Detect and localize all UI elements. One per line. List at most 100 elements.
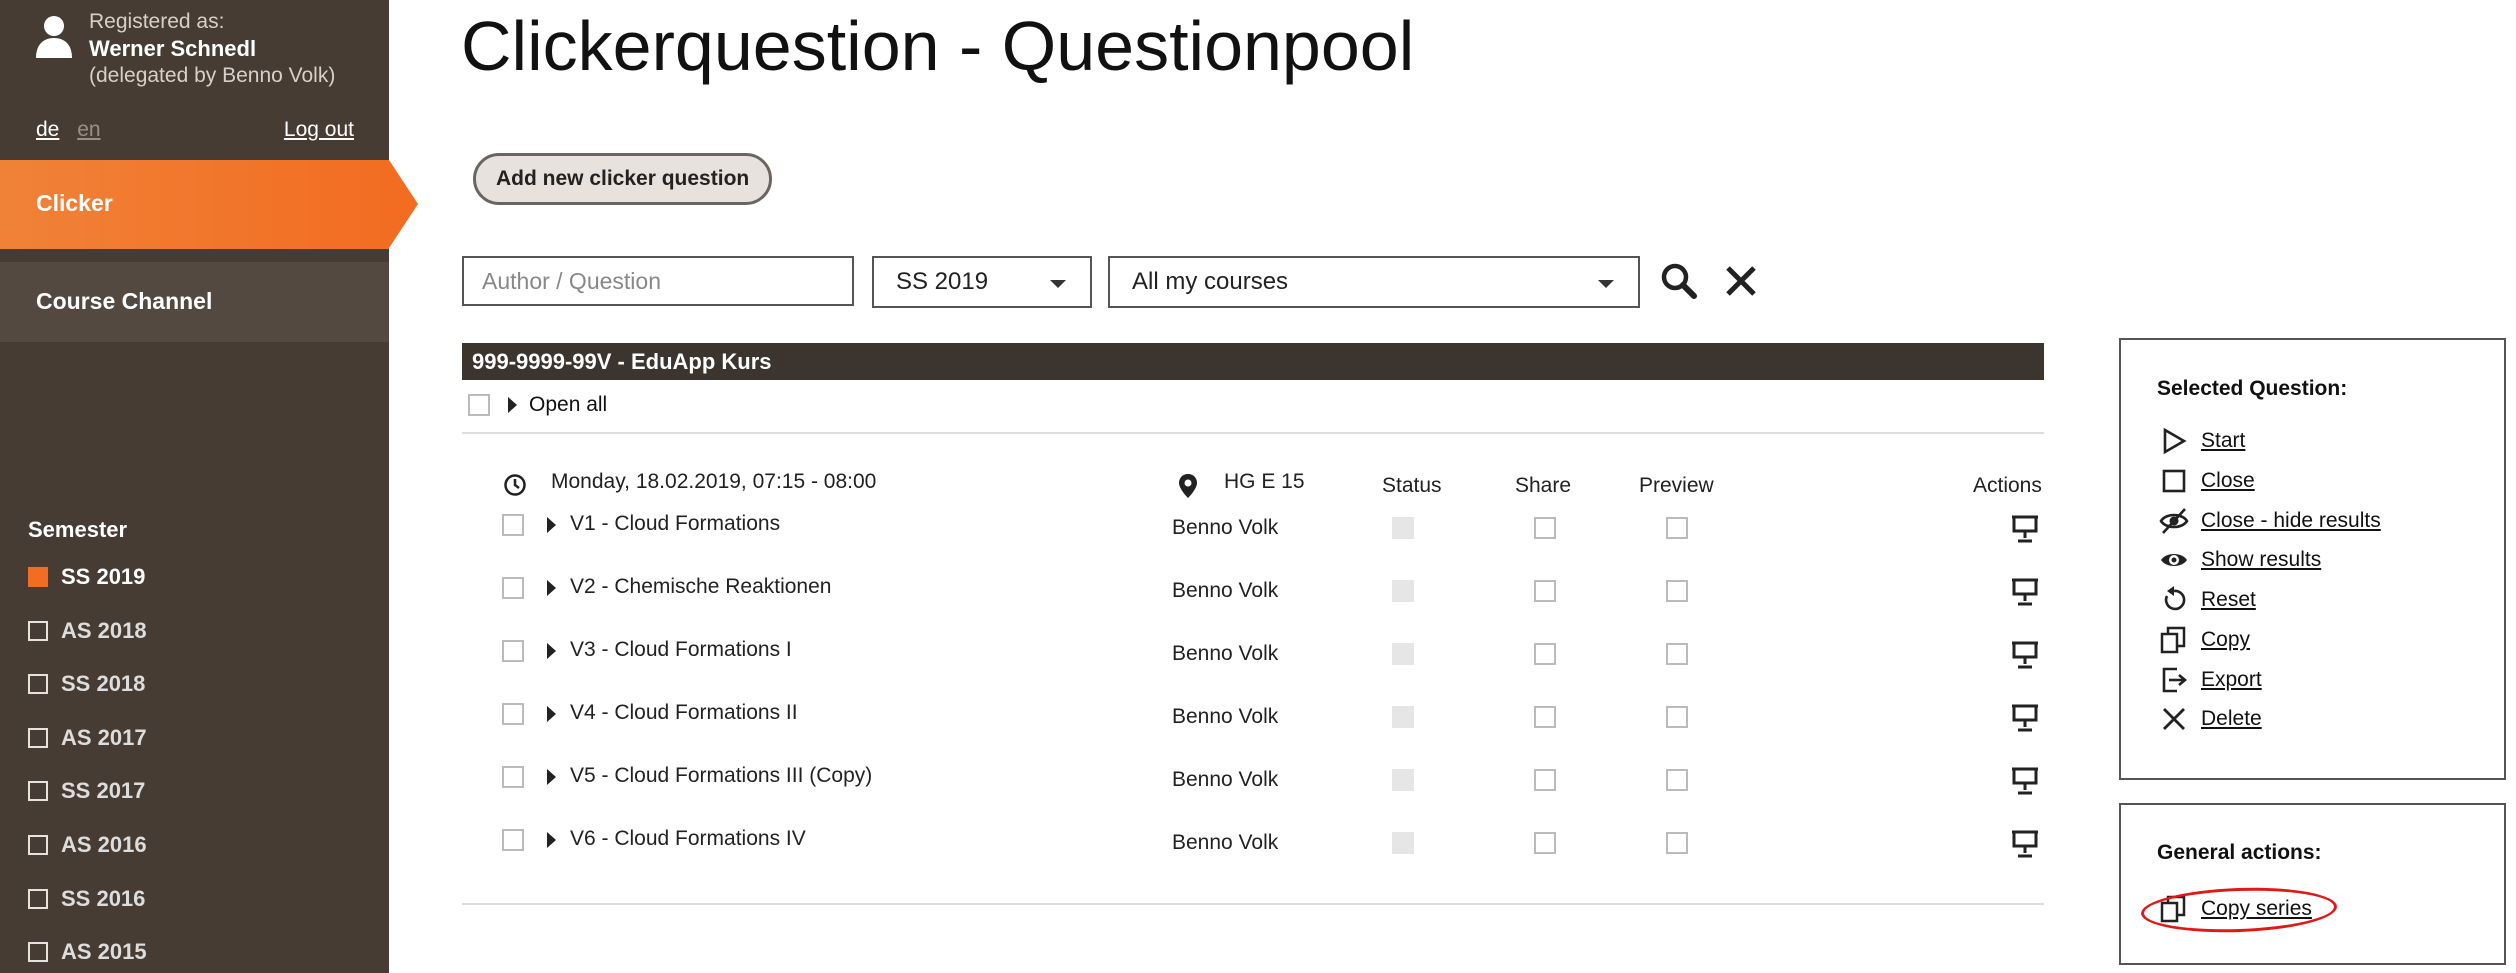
semester-checkbox[interactable] xyxy=(28,620,48,641)
preview-checkbox[interactable] xyxy=(1666,643,1688,665)
share-checkbox[interactable] xyxy=(1534,832,1556,854)
clock-icon xyxy=(504,474,526,496)
delegated-label: (delegated by Benno Volk) xyxy=(89,64,336,87)
share-checkbox[interactable] xyxy=(1534,706,1556,728)
question-row: V3 - Cloud Formations I Benno Volk xyxy=(0,638,2100,680)
expand-icon[interactable] xyxy=(547,832,556,848)
question-checkbox[interactable] xyxy=(502,703,524,725)
question-title[interactable]: V3 - Cloud Formations I xyxy=(570,638,792,662)
status-indicator xyxy=(1392,706,1414,728)
col-status: Status xyxy=(1382,474,1442,497)
action-link[interactable]: Start xyxy=(2201,429,2245,453)
eye-off-icon xyxy=(2159,508,2189,534)
question-checkbox[interactable] xyxy=(502,514,524,536)
status-indicator xyxy=(1392,832,1414,854)
action-close-hide-results[interactable]: Close - hide results xyxy=(2159,506,2381,536)
expand-icon[interactable] xyxy=(547,769,556,785)
logout-link[interactable]: Log out xyxy=(284,118,354,142)
select-all-checkbox[interactable] xyxy=(468,394,490,416)
presentation-icon[interactable] xyxy=(2011,829,2039,859)
open-all-row: Open all xyxy=(468,393,607,417)
presentation-icon[interactable] xyxy=(2011,514,2039,544)
question-checkbox[interactable] xyxy=(502,766,524,788)
action-link[interactable]: Copy xyxy=(2201,628,2250,652)
course-select-value: All my courses xyxy=(1132,268,1289,295)
general-actions-panel: General actions: Copy series xyxy=(2119,803,2506,965)
question-title[interactable]: V5 - Cloud Formations III (Copy) xyxy=(570,764,872,788)
action-link[interactable]: Reset xyxy=(2201,588,2256,612)
col-preview: Preview xyxy=(1639,474,1714,497)
action-link[interactable]: Show results xyxy=(2201,548,2321,572)
clear-icon[interactable] xyxy=(1718,258,1764,304)
preview-checkbox[interactable] xyxy=(1666,517,1688,539)
action-link[interactable]: Close xyxy=(2201,469,2255,493)
preview-checkbox[interactable] xyxy=(1666,769,1688,791)
semester-label: AS 2015 xyxy=(61,939,147,965)
action-show-results[interactable]: Show results xyxy=(2159,545,2321,575)
semester-item[interactable]: AS 2015 xyxy=(28,939,147,965)
share-checkbox[interactable] xyxy=(1534,769,1556,791)
col-actions: Actions xyxy=(1973,474,2042,497)
action-start[interactable]: Start xyxy=(2159,426,2245,456)
presentation-icon[interactable] xyxy=(2011,703,2039,733)
presentation-icon[interactable] xyxy=(2011,640,2039,670)
play-icon xyxy=(2163,427,2187,455)
expand-icon[interactable] xyxy=(547,643,556,659)
question-checkbox[interactable] xyxy=(502,829,524,851)
presentation-icon[interactable] xyxy=(2011,577,2039,607)
divider xyxy=(462,903,2044,905)
question-checkbox[interactable] xyxy=(502,640,524,662)
action-link[interactable]: Delete xyxy=(2201,707,2262,731)
preview-checkbox[interactable] xyxy=(1666,580,1688,602)
status-indicator xyxy=(1392,769,1414,791)
open-all-label[interactable]: Open all xyxy=(529,393,607,417)
action-close[interactable]: Close xyxy=(2159,466,2255,496)
status-indicator xyxy=(1392,580,1414,602)
question-author: Benno Volk xyxy=(1172,642,1279,665)
session-datetime: Monday, 18.02.2019, 07:15 - 08:00 xyxy=(551,470,877,493)
course-header[interactable]: 999-9999-99V - EduApp Kurs xyxy=(462,343,2044,380)
lang-en-link[interactable]: en xyxy=(77,118,100,141)
preview-checkbox[interactable] xyxy=(1666,706,1688,728)
selected-question-title: Selected Question: xyxy=(2157,377,2348,400)
location-icon xyxy=(1179,474,1197,498)
nav-label-course-channel: Course Channel xyxy=(36,288,213,314)
semester-checkbox[interactable] xyxy=(28,888,48,909)
action-reset[interactable]: Reset xyxy=(2159,585,2256,615)
question-checkbox[interactable] xyxy=(502,577,524,599)
course-select[interactable]: All my courses xyxy=(1108,256,1640,308)
search-input[interactable] xyxy=(462,256,854,306)
question-title[interactable]: V6 - Cloud Formations IV xyxy=(570,827,806,851)
question-title[interactable]: V1 - Cloud Formations xyxy=(570,512,780,536)
share-checkbox[interactable] xyxy=(1534,643,1556,665)
share-checkbox[interactable] xyxy=(1534,517,1556,539)
action-delete[interactable]: Delete xyxy=(2159,704,2262,734)
add-question-button[interactable]: Add new clicker question xyxy=(473,153,773,205)
preview-checkbox[interactable] xyxy=(1666,832,1688,854)
square-icon xyxy=(2162,469,2186,493)
action-link[interactable]: Close - hide results xyxy=(2201,509,2381,533)
question-title[interactable]: V4 - Cloud Formations II xyxy=(570,701,798,725)
expand-all-icon[interactable] xyxy=(508,397,517,413)
lang-de-link[interactable]: de xyxy=(36,118,59,141)
nav-item-course-channel[interactable]: Course Channel xyxy=(0,262,389,342)
expand-icon[interactable] xyxy=(547,517,556,533)
semester-select[interactable]: SS 2019 xyxy=(872,256,1092,308)
sidebar: Registered as: Werner Schnedl (delegated… xyxy=(0,0,418,973)
expand-icon[interactable] xyxy=(547,706,556,722)
action-link[interactable]: Export xyxy=(2201,668,2262,692)
semester-item[interactable]: SS 2016 xyxy=(28,886,145,912)
question-row: V6 - Cloud Formations IV Benno Volk xyxy=(0,827,2100,869)
nav-label-clicker: Clicker xyxy=(36,190,113,216)
action-copy[interactable]: Copy xyxy=(2159,625,2250,655)
action-export[interactable]: Export xyxy=(2159,665,2262,695)
expand-icon[interactable] xyxy=(547,580,556,596)
share-checkbox[interactable] xyxy=(1534,580,1556,602)
search-icon[interactable] xyxy=(1656,258,1702,304)
nav-item-clicker[interactable]: Clicker xyxy=(0,160,418,249)
presentation-icon[interactable] xyxy=(2011,766,2039,796)
question-title[interactable]: V2 - Chemische Reaktionen xyxy=(570,575,831,599)
semester-checkbox[interactable] xyxy=(28,942,48,963)
question-author: Benno Volk xyxy=(1172,579,1279,602)
col-share: Share xyxy=(1515,474,1572,497)
